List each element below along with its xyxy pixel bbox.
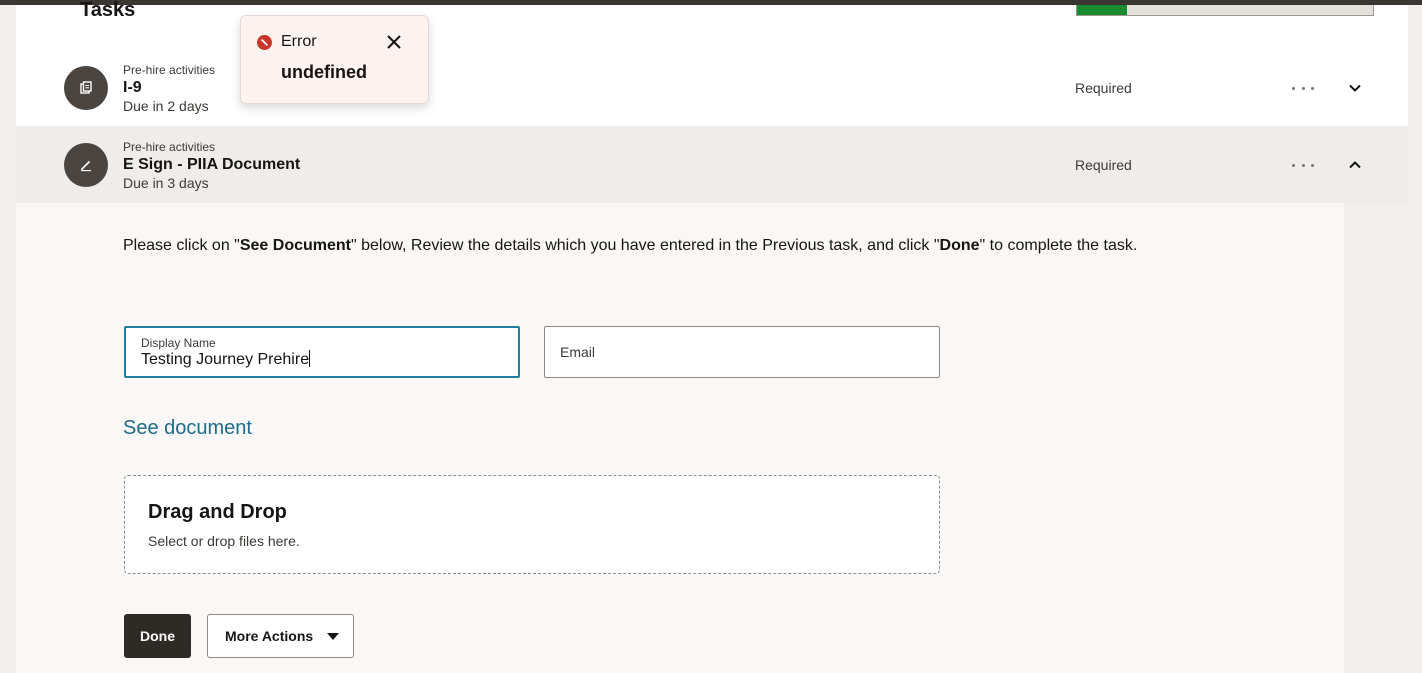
left-gutter xyxy=(0,5,16,673)
chevron-down-icon[interactable] xyxy=(1346,79,1364,97)
caret-down-icon xyxy=(327,633,339,640)
more-actions-label: More Actions xyxy=(225,628,314,644)
file-drop-zone[interactable]: Drag and Drop Select or drop files here. xyxy=(124,475,940,574)
task-status: Required xyxy=(1075,80,1132,96)
task-due-date: Due in 2 days xyxy=(123,98,209,114)
task-avatar xyxy=(64,66,108,110)
more-actions-button[interactable]: More Actions xyxy=(207,614,354,658)
email-placeholder: Email xyxy=(560,344,596,360)
more-options-icon[interactable] xyxy=(1292,81,1314,95)
email-field[interactable]: Email xyxy=(544,326,940,378)
see-document-link[interactable]: See document xyxy=(123,417,252,440)
display-name-label: Display Name xyxy=(141,336,216,350)
toast-title: Error xyxy=(281,33,317,50)
task-name[interactable]: I-9 xyxy=(123,79,142,97)
task-avatar xyxy=(64,143,108,187)
task-name[interactable]: E Sign - PIIA Document xyxy=(123,156,300,174)
display-name-field[interactable]: Display Name Testing Journey Prehire xyxy=(124,326,520,378)
done-button[interactable]: Done xyxy=(124,614,191,658)
drop-zone-subtitle: Select or drop files here. xyxy=(148,533,300,549)
drop-zone-title: Drag and Drop xyxy=(148,501,287,523)
task-category: Pre-hire activities xyxy=(123,140,216,154)
progress-bar xyxy=(1076,5,1374,16)
toast-message: undefined xyxy=(281,62,367,82)
close-icon[interactable] xyxy=(385,33,403,51)
task-category: Pre-hire activities xyxy=(123,63,216,77)
task-status: Required xyxy=(1075,157,1132,173)
error-icon xyxy=(257,35,272,50)
display-name-input[interactable]: Testing Journey Prehire xyxy=(141,350,311,369)
progress-bar-fill xyxy=(1077,5,1128,15)
page-title: Tasks xyxy=(80,0,136,21)
chevron-up-icon[interactable] xyxy=(1346,156,1364,174)
task-row-i9[interactable]: Pre-hire activities I-9 Due in 2 days Re… xyxy=(16,49,1408,126)
more-options-icon[interactable] xyxy=(1292,158,1314,172)
pen-icon xyxy=(81,160,91,172)
document-icon xyxy=(80,81,92,94)
task-instructions: Please click on "See Document" below, Re… xyxy=(123,237,1138,254)
error-toast: Error undefined xyxy=(240,15,429,104)
task-row-esign-piia[interactable]: Pre-hire activities E Sign - PIIA Docume… xyxy=(16,126,1408,203)
task-detail-panel: Please click on "See Document" below, Re… xyxy=(16,203,1344,673)
task-due-date: Due in 3 days xyxy=(123,175,209,191)
